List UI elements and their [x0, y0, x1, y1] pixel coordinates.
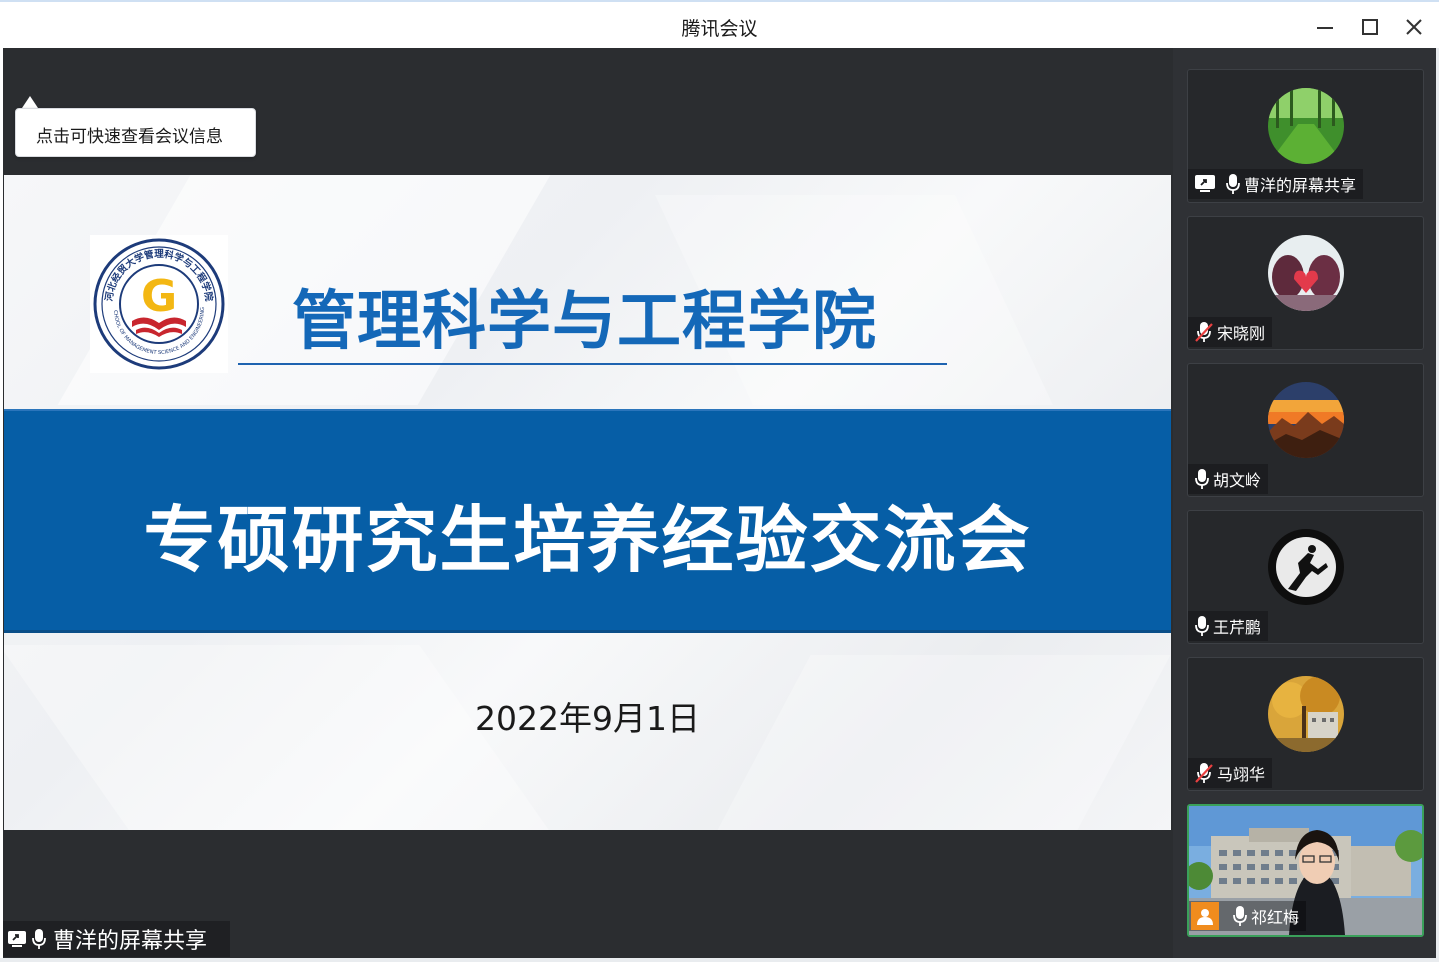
slide-background-facet	[717, 655, 1171, 830]
close-button[interactable]	[1399, 12, 1429, 42]
organization-title: 管理科学与工程学院	[292, 285, 877, 359]
host-person-icon	[1197, 909, 1213, 925]
participant-avatar	[1268, 529, 1344, 605]
window-title: 腾讯会议	[681, 18, 758, 40]
participant-tile[interactable]: 王芹鹏	[1187, 510, 1424, 644]
participant-name: 祁红梅	[1251, 908, 1300, 927]
participant-name: 马翊华	[1217, 765, 1266, 784]
participant-nametag: 宋晓刚	[1188, 317, 1273, 347]
participant-tile[interactable]: 胡文岭	[1187, 363, 1424, 497]
participant-avatar	[1268, 235, 1344, 311]
participant-name: 曹洋的屏幕共享	[1244, 176, 1357, 195]
participant-tile[interactable]: 宋晓刚	[1187, 216, 1424, 350]
screen-share-icon	[1195, 175, 1215, 192]
microphone-muted-icon	[1195, 322, 1213, 342]
screen-share-label: 曹洋的屏幕共享	[3, 921, 230, 957]
participant-name: 胡文岭	[1213, 471, 1262, 490]
window-edge-bottom	[0, 958, 1439, 962]
microphone-icon	[1195, 469, 1209, 489]
school-logo: 河北经贸大学管理科学与工程学院 SCHOOL OF MANAGEMENT SCI…	[88, 231, 228, 373]
title-underline	[238, 363, 947, 365]
microphone-icon	[1233, 906, 1247, 926]
participant-nametag: 马翊华	[1188, 758, 1273, 788]
participant-name: 王芹鹏	[1213, 618, 1262, 637]
participant-avatar	[1268, 382, 1344, 458]
participant-name: 宋晓刚	[1217, 324, 1266, 343]
microphone-icon	[1226, 174, 1240, 194]
microphone-icon	[32, 929, 46, 949]
screen-share-icon	[8, 931, 26, 947]
tooltip-arrow	[22, 96, 38, 108]
window-titlebar: 腾讯会议	[0, 0, 1439, 48]
microphone-muted-icon	[1195, 763, 1213, 783]
minimize-icon	[1317, 27, 1333, 29]
participant-nametag: 王芹鹏	[1188, 611, 1269, 641]
participant-tile[interactable]: 马翊华	[1187, 657, 1424, 791]
logo-letter: G	[141, 271, 177, 322]
participant-nametag: 胡文岭	[1188, 464, 1269, 494]
slide-headline: 专硕研究生培养经验交流会	[143, 498, 1032, 582]
participant-tile[interactable]: 曹洋的屏幕共享	[1187, 69, 1424, 203]
headline-band: 专硕研究生培养经验交流会	[4, 409, 1171, 633]
maximize-button[interactable]	[1355, 12, 1385, 42]
maximize-icon	[1362, 19, 1378, 35]
participant-avatar	[1268, 88, 1344, 164]
slide-date: 2022年9月1日	[475, 699, 700, 738]
participant-avatar	[1268, 676, 1344, 752]
minimize-button[interactable]	[1310, 12, 1340, 42]
participant-nametag: 祁红梅	[1189, 901, 1307, 931]
participant-nametag: 曹洋的屏幕共享	[1188, 169, 1364, 199]
host-badge	[1191, 902, 1219, 930]
close-icon	[1406, 19, 1422, 35]
participant-tile-active-speaker[interactable]: 祁红梅	[1187, 804, 1424, 937]
presentation-slide: 河北经贸大学管理科学与工程学院 SCHOOL OF MANAGEMENT SCI…	[4, 175, 1171, 830]
screen-share-label-text: 曹洋的屏幕共享	[53, 929, 208, 954]
microphone-icon	[1195, 616, 1209, 636]
meeting-info-tooltip[interactable]: 点击可快速查看会议信息	[15, 108, 256, 157]
